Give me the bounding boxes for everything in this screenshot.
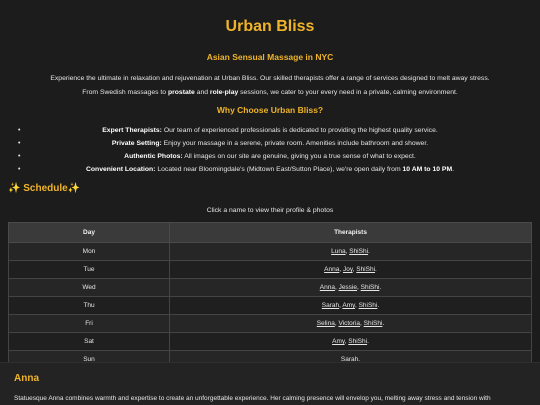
table-header-row: Day Therapists <box>8 222 532 243</box>
feature-label: Authentic Photos: <box>124 153 183 160</box>
therapist-link[interactable]: Selina <box>317 320 335 327</box>
day-cell: Mon <box>8 242 170 261</box>
name-separator: . <box>377 302 380 309</box>
why-heading: Why Choose Urban Bliss? <box>216 105 324 115</box>
bullet-icon: • <box>18 166 21 173</box>
therapist-link[interactable]: ShiShi <box>361 284 380 291</box>
site-subtitle: Asian Sensual Massage in NYC <box>206 52 334 62</box>
intro-text: sessions, we cater to your every need in… <box>238 89 458 96</box>
table-row: Fri Selina, Victoria, ShiShi. <box>8 314 532 333</box>
therapist-link[interactable]: Amy <box>342 302 355 309</box>
therapist-link[interactable]: ShiShi <box>348 338 367 345</box>
table-row: Tue Anna, Joy, ShiShi. <box>8 260 532 279</box>
bullet-icon: • <box>18 140 21 147</box>
feature-item: • Convenient Location: Located near Bloom… <box>0 163 540 176</box>
profile-name: Anna <box>14 373 39 384</box>
bullet-icon: • <box>18 127 21 134</box>
intro-line-1: Experience the ultimate in relaxation an… <box>50 75 490 82</box>
sparkles-icon: ✨ <box>67 183 81 194</box>
feature-item: • Expert Therapists: Our team of experien… <box>0 124 540 137</box>
schedule-table: Day Therapists Mon Luna, ShiShi. Tue Anna, … <box>8 222 532 369</box>
table-row: Mon Luna, ShiShi. <box>8 242 532 261</box>
intro-text: From Swedish massages to <box>82 89 168 96</box>
profile-description: Statuesque Anna combines warmth and expe… <box>14 395 491 402</box>
feature-text: . <box>452 166 455 173</box>
therapist-link[interactable]: Joy <box>343 266 353 273</box>
site-title: Urban Bliss <box>225 18 315 35</box>
table-row: Sat Amy, ShiShi. <box>8 332 532 351</box>
feature-item: • Private Setting: Enjoy your massage in … <box>0 137 540 150</box>
name-separator: . <box>367 338 369 345</box>
therapist-link[interactable]: ShiShi <box>359 302 378 309</box>
intro-line-2: From Swedish massages to prostate and ro… <box>20 86 520 100</box>
therapists-cell: Luna, ShiShi. <box>169 242 532 261</box>
day-cell: Thu <box>8 296 170 315</box>
name-separator: . <box>382 320 385 327</box>
sparkles-icon: ✨ <box>8 183 21 194</box>
opening-hours: 10 AM to 10 PM <box>402 166 453 173</box>
intro-emphasis-prostate: prostate <box>167 89 195 96</box>
feature-text: Our team of experienced professionals is… <box>161 127 438 134</box>
name-separator: . <box>379 284 382 291</box>
therapist-link[interactable]: Anna <box>324 266 339 273</box>
schedule-table-body: Mon Luna, ShiShi. Tue Anna, Joy, ShiShi. Wed… <box>8 242 532 369</box>
feature-text: All images on our site are genuine, givi… <box>182 153 416 160</box>
intro-text: and <box>194 89 210 96</box>
feature-text: Located near Bloomingdale's (Midtown Eas… <box>155 166 403 173</box>
therapists-cell: Selina, Victoria, ShiShi. <box>169 314 532 333</box>
therapist-link[interactable]: Amy <box>332 338 345 345</box>
schedule-heading: ✨ Schedule✨ <box>8 183 80 194</box>
name-separator: . <box>368 248 370 255</box>
feature-text: Enjoy your massage in a serene, private … <box>161 140 429 147</box>
feature-list: • Expert Therapists: Our team of experien… <box>0 124 540 176</box>
day-cell: Fri <box>8 314 170 333</box>
therapists-cell: Sarah, Amy, ShiShi. <box>169 296 532 315</box>
feature-label: Convenient Location: <box>85 166 156 173</box>
therapist-link[interactable]: ShiShi <box>356 266 375 273</box>
therapist-link[interactable]: Luna <box>331 248 345 255</box>
therapist-link[interactable]: Jessie <box>339 284 357 291</box>
therapists-cell: Anna, Jessie, ShiShi. <box>169 278 532 297</box>
feature-label: Private Setting: <box>111 140 162 147</box>
day-cell: Tue <box>8 260 170 279</box>
bullet-icon: • <box>18 153 21 160</box>
feature-label: Expert Therapists: <box>102 127 162 134</box>
therapist-link[interactable]: Sarah <box>322 302 339 309</box>
schedule-heading-text: Schedule <box>23 183 68 194</box>
profile-card: Anna Statuesque Anna combines warmth and… <box>0 362 540 405</box>
therapist-link[interactable]: Anna <box>320 284 335 291</box>
intro-emphasis-role-play: role-play <box>209 89 239 96</box>
therapist-link[interactable]: Victoria <box>338 320 360 327</box>
table-row: Wed Anna, Jessie, ShiShi. <box>8 278 532 297</box>
column-header-therapists: Therapists <box>169 222 532 243</box>
column-header-day: Day <box>8 222 170 243</box>
therapists-cell: Amy, ShiShi. <box>169 332 532 351</box>
page: Urban Bliss Asian Sensual Massage in NYC… <box>0 0 540 405</box>
name-separator: . <box>375 266 377 273</box>
therapist-link[interactable]: ShiShi <box>364 320 383 327</box>
day-cell: Wed <box>8 278 170 297</box>
schedule-note: Click a name to view their profile & pho… <box>206 207 334 214</box>
intro-paragraph: Experience the ultimate in relaxation an… <box>20 72 520 100</box>
table-row: Thu Sarah, Amy, ShiShi. <box>8 296 532 315</box>
therapist-link[interactable]: ShiShi <box>349 248 368 255</box>
therapists-cell: Anna, Joy, ShiShi. <box>169 260 532 279</box>
day-cell: Sat <box>8 332 170 351</box>
feature-item: • Authentic Photos: All images on our sit… <box>0 150 540 163</box>
